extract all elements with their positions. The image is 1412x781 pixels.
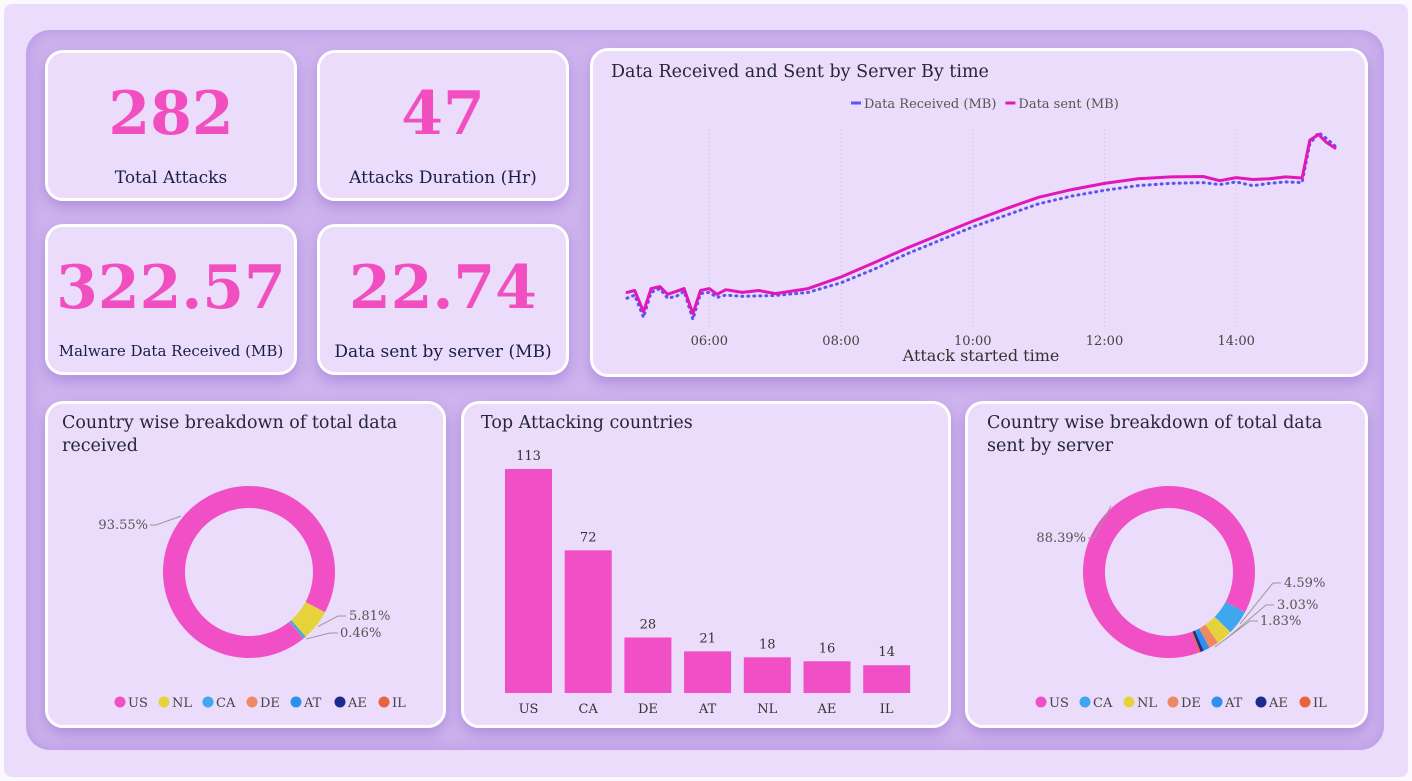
legend-label: AE (347, 696, 367, 711)
bar-category-label: DE (638, 702, 658, 717)
kpi-value: 322.57 (56, 253, 286, 323)
legend-label: IL (392, 696, 406, 711)
kpi-card-data-sent[interactable]: 22.74 Data sent by server (MB) (317, 224, 569, 375)
legend-marker-ca (1079, 696, 1091, 708)
legend-marker-at (290, 696, 302, 708)
legend-label: DE (260, 696, 280, 711)
legend-marker-ca (202, 696, 214, 708)
bar-category-label: NL (757, 702, 777, 717)
bar-category-label: AT (698, 702, 717, 717)
donut-sent-chart: 88.39% 4.59% 3.03%1.83% US CA NL DE AT AE IL (1035, 486, 1327, 711)
kpi-label: Attacks Duration (Hr) (349, 168, 537, 188)
bar (505, 469, 552, 693)
donut-sent-card[interactable]: Country wise breakdown of total data sen… (965, 401, 1368, 728)
bar-category-label: US (519, 702, 539, 717)
legend-marker-ae (1255, 696, 1267, 708)
bar-value-label: 28 (640, 617, 657, 632)
legend-label: NL (172, 696, 192, 711)
bar (743, 657, 791, 693)
x-tick-label: 08:00 (822, 334, 859, 349)
donut-data-label: 88.39% (1036, 531, 1086, 546)
bar (803, 661, 851, 693)
x-tick-label: 14:00 (1217, 334, 1254, 349)
donut-data-label: 5.81% (349, 609, 390, 624)
kpi-label: Data sent by server (MB) (334, 342, 552, 362)
x-tick-label: 12:00 (1086, 334, 1123, 349)
bar-value-label: 16 (819, 641, 836, 656)
legend-marker-nl (1123, 696, 1135, 708)
kpi-card-total-attacks[interactable]: 282 Total Attacks (45, 50, 297, 201)
kpi-label: Malware Data Received (MB) (58, 342, 284, 360)
line-chart: Data Received (MB) Data sent (MB) 06:00 08:… (625, 97, 1337, 365)
bar-value-label: 72 (580, 530, 597, 545)
legend-label: AE (1268, 696, 1288, 711)
legend-marker-ae (334, 696, 346, 708)
legend-label: US (128, 696, 148, 711)
donut-data-label: 0.46% (340, 626, 381, 641)
legend-label: CA (1093, 696, 1113, 711)
bar-chart-card[interactable]: Top Attacking countries 113 US 72 CA 28 DE 21 A… (461, 401, 951, 728)
legend-label: IL (1313, 696, 1327, 711)
bar (684, 651, 732, 693)
x-tick-label: 06:00 (691, 334, 728, 349)
bar-value-label: 18 (759, 637, 776, 652)
line-chart-card[interactable]: Data Received and Sent by Server By time… (590, 48, 1368, 377)
kpi-label: Total Attacks (114, 168, 228, 188)
line-legend: Data Received (MB) Data sent (MB) (851, 97, 1119, 112)
donut-data-label: 4.59% (1284, 576, 1325, 591)
bar-value-label: 113 (516, 449, 541, 464)
kpi-value: 22.74 (349, 253, 537, 323)
bar-category-label: IL (880, 702, 894, 717)
donut-data-label: 1.83% (1260, 614, 1301, 629)
bar-value-label: 21 (699, 631, 716, 646)
kpi-value: 47 (401, 79, 485, 149)
legend-label: AT (1224, 696, 1243, 711)
legend-marker-il (378, 696, 390, 708)
legend-marker-nl (158, 696, 170, 708)
legend-marker-at (1211, 696, 1223, 708)
donut-received-chart: 93.55% 5.81% 0.46% US NL CA DE AT AE IL (98, 485, 406, 711)
legend-label: NL (1137, 696, 1157, 711)
bar (624, 637, 672, 693)
donut-leader-line (150, 515, 182, 526)
bar (863, 665, 911, 693)
legend-marker-us (1035, 696, 1047, 708)
donut-leader-line (305, 632, 338, 640)
donut-received-card[interactable]: Country wise breakdown of total data rec… (45, 401, 446, 728)
legend-label: DE (1181, 696, 1201, 711)
legend-label: Data sent (MB) (1018, 97, 1118, 112)
bar-value-label: 14 (878, 645, 895, 660)
bar-chart: 113 US 72 CA 28 DE 21 AT 18 NL 16 AE 14 IL (505, 449, 911, 717)
bar-category-label: CA (579, 702, 599, 717)
donut-data-label: 93.55% (98, 518, 148, 533)
kpi-value: 282 (108, 79, 234, 149)
legend-label: CA (216, 696, 236, 711)
legend-label: US (1049, 696, 1069, 711)
legend-marker-il (1299, 696, 1311, 708)
legend-label: Data Received (MB) (864, 97, 996, 112)
x-axis-label: Attack started time (902, 346, 1060, 365)
donut-slices (1083, 486, 1255, 658)
legend-marker-de (1167, 696, 1179, 708)
legend-marker-de (246, 696, 258, 708)
legend-label: AT (303, 696, 322, 711)
legend-marker-us (114, 696, 126, 708)
bar-category-label: AE (817, 702, 837, 717)
donut-data-label: 3.03% (1277, 598, 1318, 613)
kpi-card-attacks-duration[interactable]: 47 Attacks Duration (Hr) (317, 50, 569, 201)
kpi-card-malware-received[interactable]: 322.57 Malware Data Received (MB) (45, 224, 297, 375)
donut-slices (163, 485, 336, 658)
bar (564, 550, 612, 693)
